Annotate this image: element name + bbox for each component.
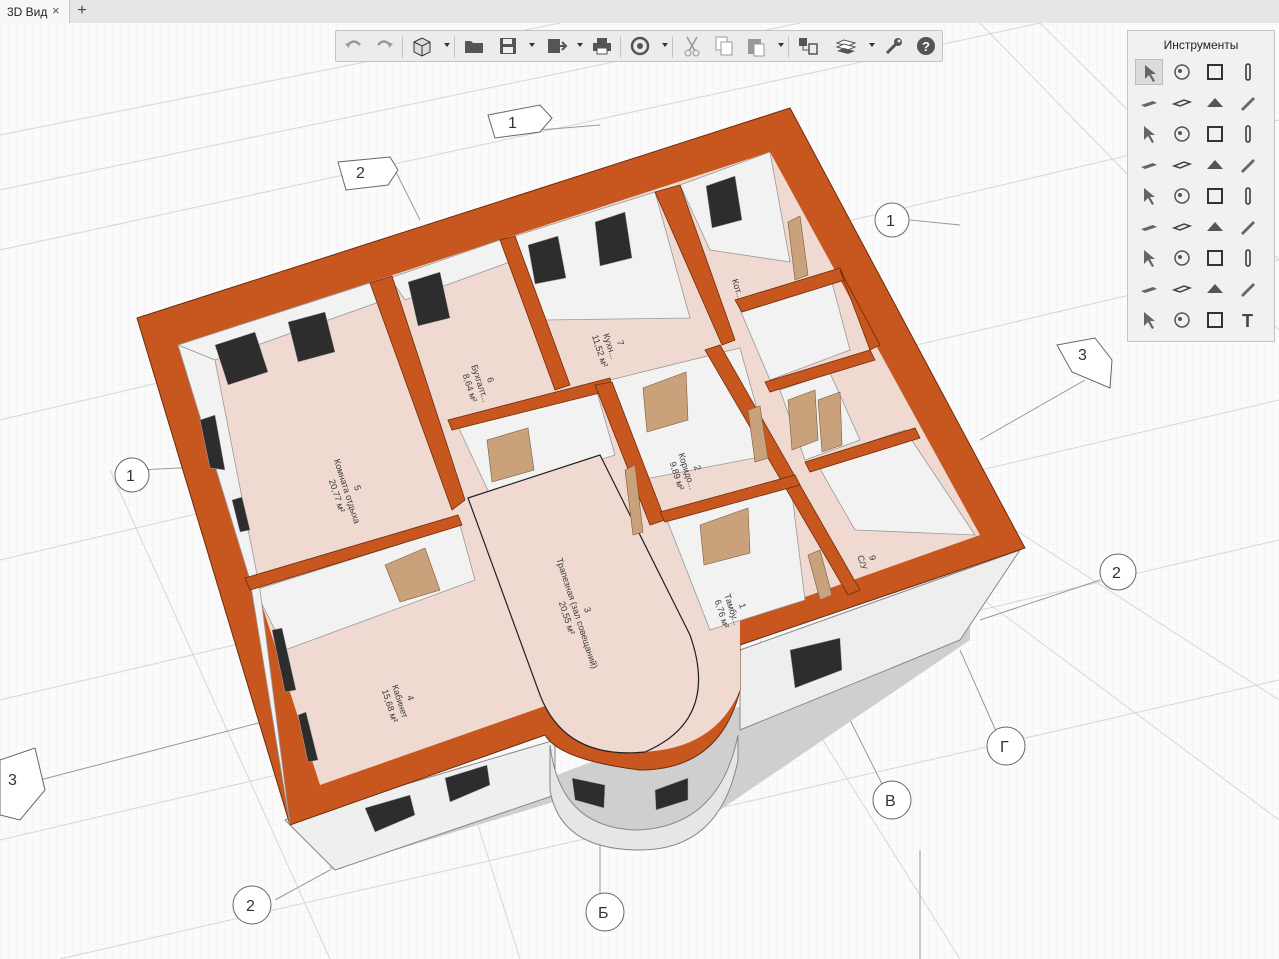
electrical-icon[interactable] <box>1201 245 1229 271</box>
line-icon[interactable] <box>1168 152 1196 178</box>
lamp-icon[interactable] <box>1168 245 1196 271</box>
axis-label: 2 <box>356 165 365 182</box>
tab-label: 3D Вид <box>7 5 48 19</box>
tools-panel: Инструменты T <box>1127 30 1275 342</box>
axis-label: Г <box>1000 739 1009 756</box>
3d-viewport[interactable]: 1 1 2 1 3 2 3 2 Б В Г 5 Комната отдыха 2… <box>0 23 1279 959</box>
chevron-down-icon[interactable] <box>529 43 535 47</box>
chevron-down-icon[interactable] <box>869 43 875 47</box>
open-folder-icon[interactable] <box>462 34 486 58</box>
axis-label: Б <box>598 905 609 922</box>
slab-icon[interactable] <box>1168 90 1196 116</box>
help-icon[interactable]: ? <box>914 34 938 58</box>
copy-icon[interactable] <box>712 34 736 58</box>
fitting-icon[interactable] <box>1234 183 1262 209</box>
add-tab-button[interactable]: + <box>73 1 91 21</box>
main-toolbar: ? <box>335 30 943 62</box>
select-arrow-icon[interactable] <box>1135 59 1163 85</box>
svg-text:T: T <box>1242 311 1253 330</box>
paste-icon[interactable] <box>744 34 768 58</box>
roof-icon[interactable] <box>1201 90 1229 116</box>
beam-icon[interactable] <box>1234 90 1262 116</box>
redo-icon[interactable] <box>372 34 396 58</box>
door-icon[interactable] <box>1201 121 1229 147</box>
equipment-icon[interactable] <box>1135 245 1163 271</box>
fixture-icon[interactable] <box>1201 152 1229 178</box>
chevron-down-icon[interactable] <box>444 43 450 47</box>
3d-scene: 1 1 2 1 3 2 3 2 Б В Г 5 Комната отдыха 2… <box>0 23 1279 959</box>
object-icon[interactable] <box>1168 276 1196 302</box>
furniture-icon[interactable] <box>1201 183 1229 209</box>
tab-bar: 3D Вид × + <box>0 0 1279 24</box>
ramp-icon[interactable] <box>1168 121 1196 147</box>
export-icon[interactable] <box>544 34 568 58</box>
svg-text:?: ? <box>922 39 930 54</box>
text-icon[interactable]: T <box>1234 307 1262 333</box>
wall-icon[interactable] <box>1135 90 1163 116</box>
axis-label: В <box>885 793 896 810</box>
orbit-icon[interactable] <box>628 34 652 58</box>
socket-icon[interactable] <box>1168 214 1196 240</box>
close-icon[interactable]: × <box>52 3 60 18</box>
panel-icon[interactable] <box>1201 276 1229 302</box>
cable-icon[interactable] <box>1201 214 1229 240</box>
tab-3d-view[interactable]: 3D Вид × <box>0 0 70 23</box>
tools-panel-title: Инструменты <box>1163 38 1239 52</box>
pipe-icon[interactable] <box>1234 152 1262 178</box>
plumbing-icon[interactable] <box>1135 183 1163 209</box>
column-icon[interactable] <box>1234 59 1262 85</box>
heating-icon[interactable] <box>1135 214 1163 240</box>
chevron-down-icon[interactable] <box>778 43 784 47</box>
axis-label: 3 <box>8 772 17 789</box>
levels-icon[interactable] <box>834 34 858 58</box>
axis-label: 3 <box>1078 347 1087 364</box>
railing-icon[interactable] <box>1135 152 1163 178</box>
undo-icon[interactable] <box>342 34 366 58</box>
connector-icon[interactable] <box>1234 276 1262 302</box>
cut-icon[interactable] <box>680 34 704 58</box>
view-3d-icon[interactable] <box>410 34 434 58</box>
layers-icon[interactable] <box>796 34 820 58</box>
axis-label: 1 <box>886 213 895 230</box>
save-icon[interactable] <box>496 34 520 58</box>
axis-label: 2 <box>1112 565 1121 582</box>
hatch-icon[interactable] <box>1201 307 1229 333</box>
axis-label: 1 <box>508 115 517 132</box>
window-icon[interactable] <box>1234 121 1262 147</box>
appliance-icon[interactable] <box>1168 183 1196 209</box>
axis-label: 1 <box>126 468 135 485</box>
device-icon[interactable] <box>1234 214 1262 240</box>
axis-label: 2 <box>246 898 255 915</box>
polyline-icon[interactable] <box>1168 307 1196 333</box>
camera-icon[interactable] <box>1234 245 1262 271</box>
wrench-icon[interactable] <box>882 34 906 58</box>
dimension-icon[interactable] <box>1135 307 1163 333</box>
room-icon[interactable] <box>1201 59 1229 85</box>
chevron-down-icon[interactable] <box>577 43 583 47</box>
chevron-down-icon[interactable] <box>662 43 668 47</box>
stairs-icon[interactable] <box>1135 121 1163 147</box>
materials-icon[interactable] <box>1168 59 1196 85</box>
boiler-icon[interactable] <box>1135 276 1163 302</box>
print-icon[interactable] <box>590 34 614 58</box>
